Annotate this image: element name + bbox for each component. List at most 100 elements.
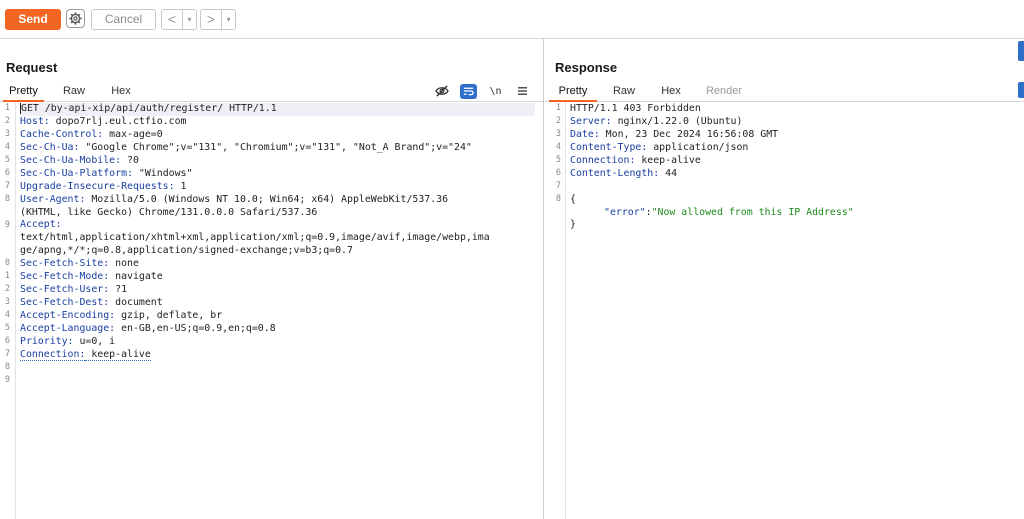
code-line: Sec-Fetch-Site: none [20, 258, 535, 271]
history-forward-dropdown[interactable]: ▾ [221, 10, 235, 29]
code-line: text/html,application/xhtml+xml,applicat… [20, 232, 535, 245]
code-line: Sec-Fetch-Mode: navigate [20, 271, 535, 284]
history-back-dropdown[interactable]: ▾ [182, 10, 196, 29]
response-tab-hex[interactable]: Hex [655, 82, 687, 100]
header-value: 1 [174, 180, 187, 192]
code-line: Sec-Ch-Ua-Mobile: ?0 [20, 155, 535, 168]
code-line: HTTP/1.1 403 Forbidden [570, 103, 1016, 116]
response-title: Response [555, 60, 618, 75]
newline-icon: \n [489, 85, 502, 97]
request-editor[interactable]: 1 2 3 4 5 6 7 8 9 0 1 2 3 4 5 6 7 8 9 GET /by-api-xip/api/… [0, 102, 543, 519]
code-line: } [570, 219, 1016, 232]
code-line: Content-Type: application/json [570, 142, 1016, 155]
line-number: 0 [4, 258, 10, 269]
request-gutter: 1 2 3 4 5 6 7 8 9 0 1 2 3 4 5 6 7 8 9 [0, 102, 16, 519]
line-number: 9 [4, 374, 10, 385]
line-number: 2 [4, 115, 10, 126]
header-value: application/json [647, 141, 749, 153]
header-name: Sec-Ch-Ua-Mobile: [20, 154, 122, 166]
history-back-button[interactable]: < [162, 10, 182, 29]
header-name: Host: [20, 115, 50, 127]
code-line: Upgrade-Insecure-Requests: 1 [20, 181, 535, 194]
header-name: User-Agent: [20, 193, 86, 205]
header-name: Accept: [20, 219, 62, 231]
gear-icon [69, 12, 82, 25]
line-number: 3 [4, 297, 10, 308]
code-line: Server: nginx/1.22.0 (Ubuntu) [570, 116, 1016, 129]
header-value: "Windows" [132, 167, 193, 179]
cancel-button[interactable]: Cancel [91, 9, 156, 30]
header-value: text/html,application/xhtml+xml,applicat… [20, 232, 490, 244]
settings-button[interactable] [66, 9, 85, 28]
response-tab-pretty[interactable]: Pretty [549, 82, 597, 102]
code-line: User-Agent: Mozilla/5.0 (Windows NT 10.0… [20, 194, 535, 207]
history-forward-button[interactable]: > [201, 10, 221, 29]
line-number: 1 [4, 271, 10, 282]
request-tab-pretty[interactable]: Pretty [3, 82, 44, 102]
header-value: document [109, 297, 163, 309]
top-toolbar: Send Cancel < ▾ > ▾ [0, 0, 1024, 39]
header-value: Mon, 23 Dec 2024 16:56:08 GMT [599, 128, 779, 140]
code-line: Accept-Language: en-GB,en-US;q=0.9,en;q=… [20, 323, 535, 336]
code-line: Sec-Fetch-User: ?1 [20, 284, 535, 297]
response-tabs: Pretty Raw Hex Render [545, 82, 1024, 102]
code-line: "error":"Now allowed from this IP Addres… [570, 207, 1016, 220]
header-name: Content-Length: [570, 167, 660, 179]
header-name: Sec-Fetch-Dest: [20, 297, 110, 309]
header-value: none [109, 258, 139, 270]
code-line: Accept: [20, 219, 535, 232]
header-name: Sec-Ch-Ua: [20, 141, 80, 153]
code-line: Sec-Ch-Ua-Platform: "Windows" [20, 168, 535, 181]
response-panel: Response Pretty Raw Hex Render 12345678 … [545, 39, 1024, 519]
header-value: (KHTML, like Gecko) Chrome/131.0.0.0 Saf… [20, 206, 318, 218]
line-number: 8 [4, 362, 10, 372]
header-value: ge/apng,*/*;q=0.8,application/signed-exc… [20, 245, 353, 257]
response-wrap-toggle[interactable] [1018, 82, 1024, 98]
wrap-icon [463, 87, 474, 96]
request-editor-tools: \n [433, 82, 531, 100]
line-number: 5 [4, 323, 10, 334]
line-number: 4 [4, 141, 10, 152]
code-line: Connection: keep-alive [570, 155, 1016, 168]
header-value: ?1 [109, 284, 128, 296]
header-value: 44 [659, 167, 678, 179]
line-number: 1 [4, 103, 10, 113]
code-line: Sec-Ch-Ua: "Google Chrome";v="131", "Chr… [20, 142, 535, 155]
history-forward-group: > ▾ [200, 9, 236, 30]
header-name: Connection: [570, 154, 636, 166]
show-newlines-button[interactable]: \n [487, 84, 504, 99]
request-tab-hex[interactable]: Hex [104, 82, 138, 100]
request-tabs: Pretty Raw Hex \n [0, 82, 543, 102]
header-name: Connection: [20, 348, 86, 361]
request-tab-raw[interactable]: Raw [56, 82, 92, 100]
header-name: Content-Type: [570, 141, 648, 153]
header-name: Date: [570, 128, 600, 140]
header-name: Sec-Fetch-Mode: [20, 271, 110, 283]
header-name: Cache-Control: [20, 128, 104, 140]
header-name: Accept-Language: [20, 322, 116, 334]
code-line: Cache-Control: max-age=0 [20, 129, 535, 142]
wrap-lines-button[interactable] [460, 83, 477, 99]
history-back-group: < ▾ [161, 9, 197, 30]
response-gutter: 1 2 3 4 5 6 7 8 [545, 102, 566, 519]
line-number: 4 [555, 141, 561, 152]
header-value: gzip, deflate, br [115, 310, 223, 321]
line-number: 5 [4, 154, 10, 165]
response-code[interactable]: HTTP/1.1 403 Forbidden Server: nginx/1.22… [570, 103, 1016, 232]
side-panel-toggle[interactable] [1018, 41, 1024, 61]
line-number: 1 [555, 103, 561, 113]
header-name: Accept-Encoding: [20, 310, 116, 321]
line-number: 6 [555, 167, 561, 178]
send-button[interactable]: Send [5, 9, 61, 30]
line-number: 9 [4, 219, 10, 230]
response-tab-raw[interactable]: Raw [608, 82, 640, 100]
header-name: Upgrade-Insecure-Requests: [20, 180, 175, 192]
editor-menu-button[interactable] [514, 84, 531, 99]
code-line: (KHTML, like Gecko) Chrome/131.0.0.0 Saf… [20, 207, 535, 220]
response-tab-render[interactable]: Render [703, 82, 745, 100]
response-editor[interactable]: 12345678 HTTP/1.1 403 Forbidden Server: n… [545, 102, 1024, 519]
hide-nonprintable-button[interactable] [433, 84, 450, 99]
request-code[interactable]: GET /by-api-xip/api/auth/register/ HTTP/… [20, 103, 535, 388]
header-value: } [570, 219, 576, 231]
